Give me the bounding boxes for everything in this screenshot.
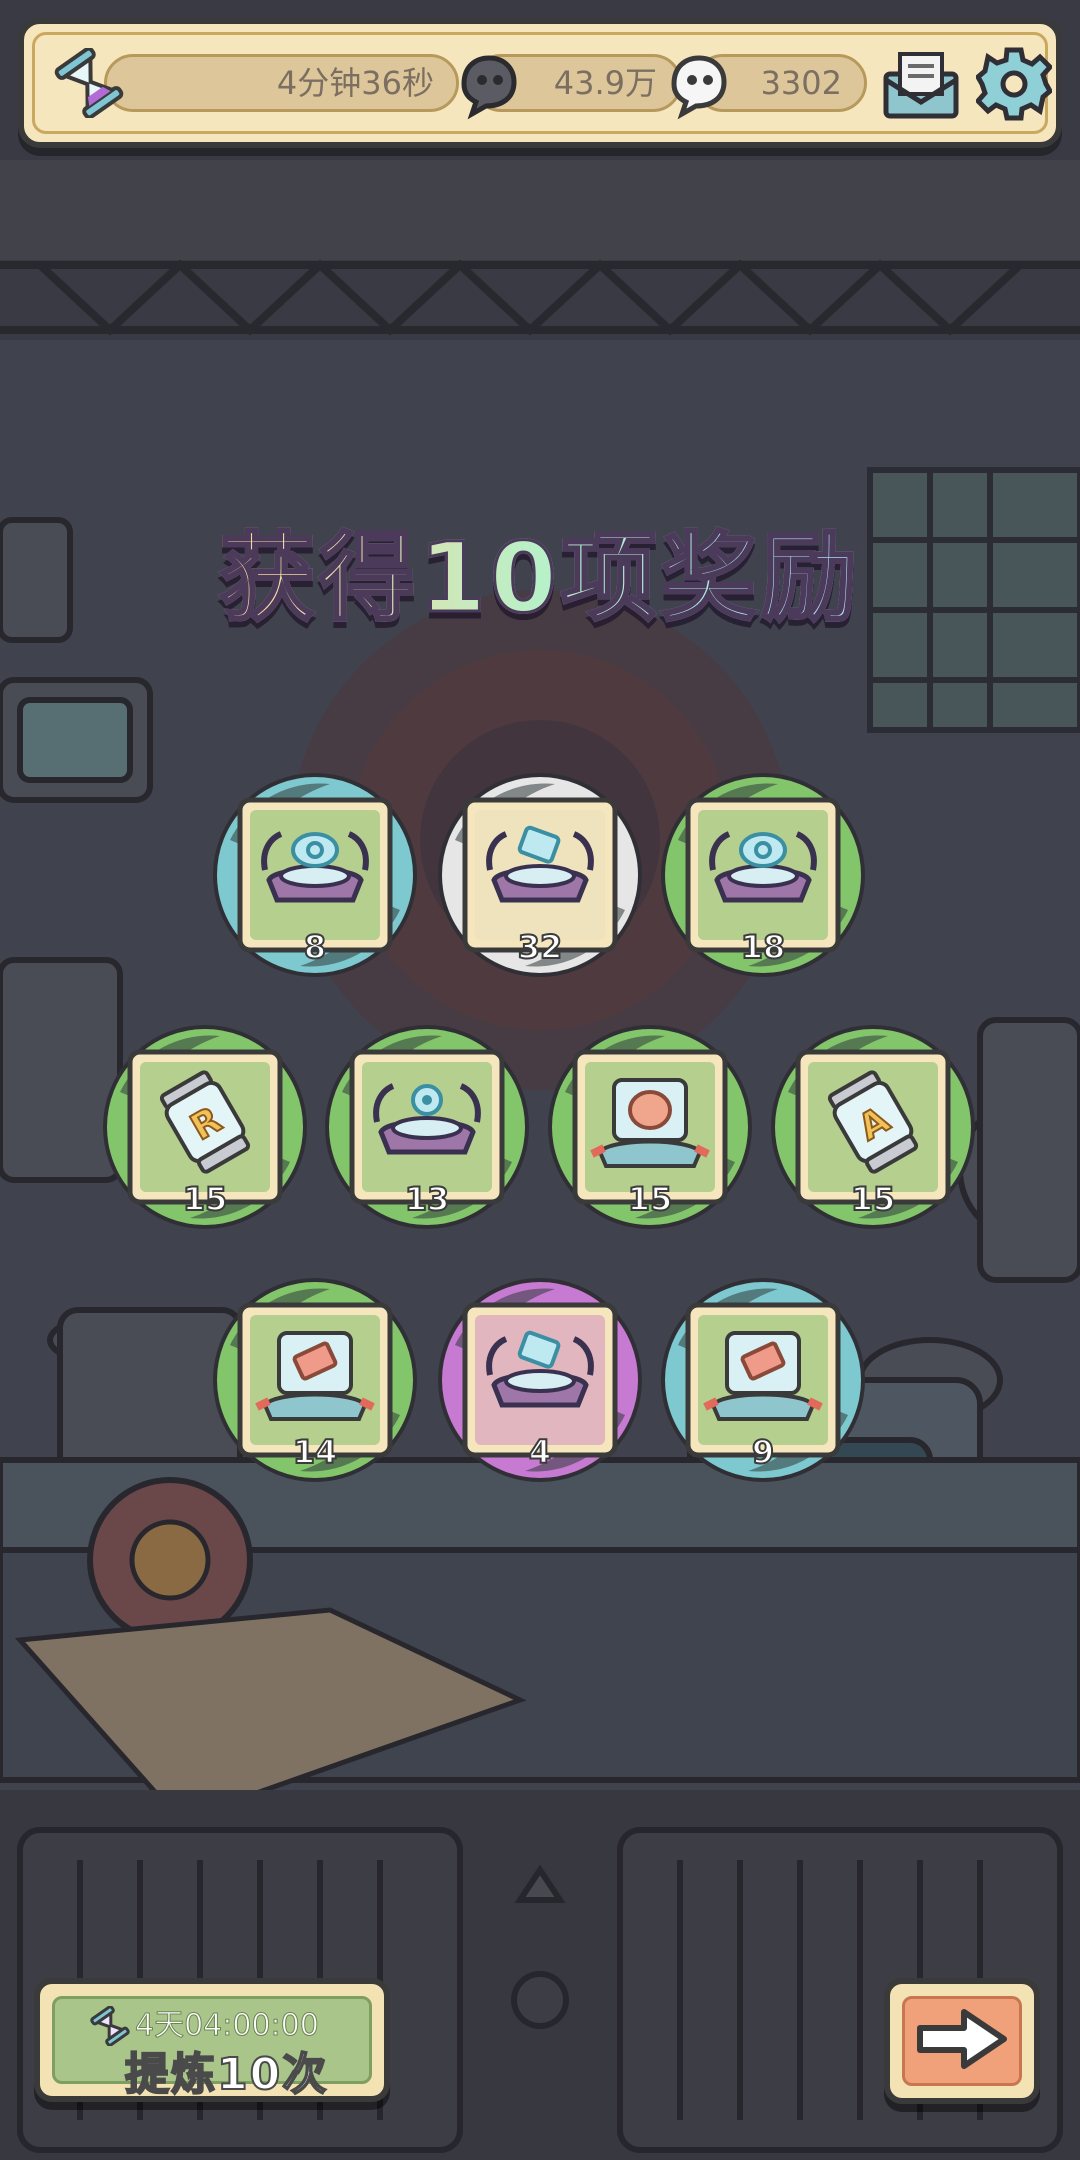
reward-count: 4 [528, 1432, 552, 1472]
hourglass-icon [54, 48, 124, 118]
reward-count: 13 [404, 1179, 451, 1219]
reward-count: 15 [182, 1179, 229, 1219]
reward-item[interactable]: 32 [435, 770, 645, 980]
small-hourglass-icon [90, 2006, 130, 2046]
reward-count: 15 [850, 1179, 897, 1219]
refine-10-button[interactable]: 4天04:00:00 提炼10次 [34, 1978, 390, 2102]
timer-pill: 4分钟36秒 [104, 54, 459, 112]
reward-count: 15 [627, 1179, 674, 1219]
light-soul-count: 3302 [760, 64, 842, 102]
reward-item[interactable]: R 15 [100, 1022, 310, 1232]
reward-count: 8 [303, 927, 327, 967]
reward-item[interactable]: 8 [210, 770, 420, 980]
reward-item[interactable]: 13 [322, 1022, 532, 1232]
gear-icon[interactable] [976, 46, 1052, 122]
light-ghost-icon [671, 55, 727, 120]
reward-item[interactable]: A 15 [768, 1022, 978, 1232]
arrow-right-icon [917, 2009, 1007, 2069]
reward-item[interactable]: 4 [435, 1275, 645, 1485]
reward-count: 14 [292, 1432, 339, 1472]
reward-item[interactable]: 9 [658, 1275, 868, 1485]
reward-title: 获得10项奖励 [0, 500, 1080, 639]
timer-text: 4分钟36秒 [276, 64, 434, 102]
refine-label: 提炼10次 [124, 2048, 329, 2101]
dark-ghost-icon [461, 55, 517, 120]
dark-soul-count: 43.9万 [553, 64, 657, 102]
reward-count: 32 [517, 927, 564, 967]
mail-icon[interactable] [882, 50, 960, 120]
top-status-bar: 4分钟36秒 43.9万 3302 [18, 18, 1062, 148]
next-button[interactable] [884, 1978, 1040, 2104]
reward-count: 9 [751, 1432, 775, 1472]
reward-item[interactable]: 18 [658, 770, 868, 980]
reward-count: 18 [740, 927, 787, 967]
reward-item[interactable]: 15 [545, 1022, 755, 1232]
reward-item[interactable]: 14 [210, 1275, 420, 1485]
